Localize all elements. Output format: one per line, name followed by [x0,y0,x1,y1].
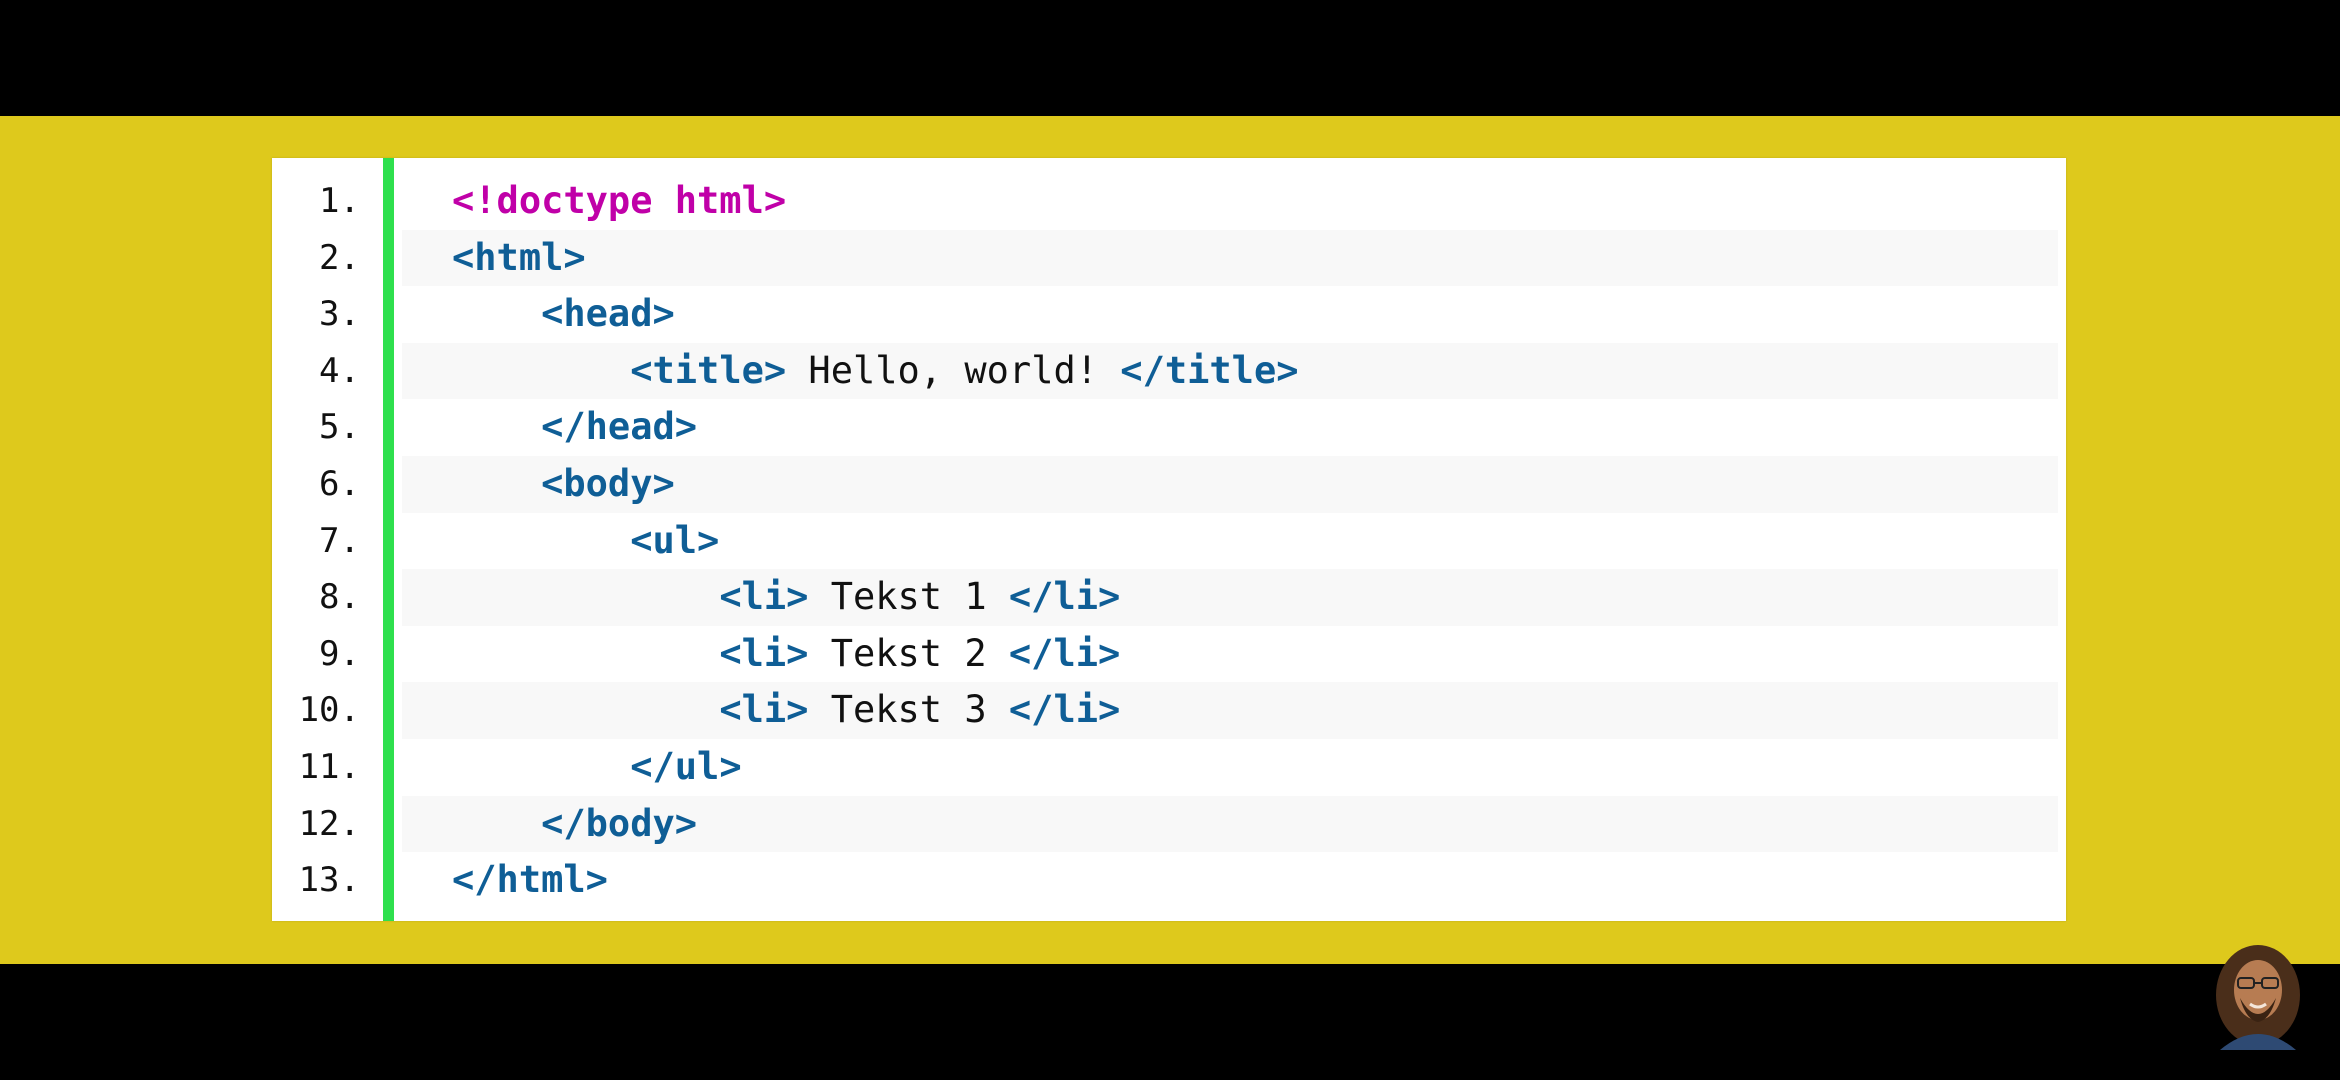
line-number: 4. [319,350,360,391]
code-text: </body> [452,796,697,853]
code-line: 12. </body> [272,795,2066,853]
code-listing: 1. <!doctype html> 2. <html> 3. <head> 4. <ti… [272,158,2066,921]
html-tag-token: <li> [719,575,809,619]
code-content-text: Tekst 1 [808,575,1009,619]
line-number: 13. [298,860,360,901]
html-tag-token: </title> [1120,348,1299,392]
line-number: 2. [319,237,360,278]
html-tag-token: <body> [541,461,675,505]
code-line: 4. <title> Hello, world! </title> [272,342,2066,400]
code-content-text: Hello, world! [786,348,1121,392]
code-line: 6. <body> [272,455,2066,513]
code-line: 10. <li> Tekst 3 </li> [272,682,2066,739]
code-line: 9. <li> Tekst 2 </li> [272,626,2066,683]
line-number: 12. [298,803,360,844]
line-number: 3. [319,294,360,335]
code-text: </ul> [452,739,742,796]
html-tag-token: <title> [630,348,787,392]
html-tag-token: </html> [452,858,608,902]
code-line: 13. </html> [272,852,2066,909]
code-line: 11. </ul> [272,739,2066,796]
html-tag-token: </head> [541,405,698,449]
line-number: 8. [319,577,360,618]
code-line: 5. </head> [272,399,2066,456]
html-tag-token: </ul> [630,744,742,788]
html-tag-token: <head> [541,292,675,336]
line-number: 10. [298,690,360,731]
line-number: 6. [319,463,360,504]
code-line: 2. <html> [272,229,2066,287]
line-number: 7. [319,520,360,561]
code-text: <li> Tekst 2 </li> [452,626,1120,683]
code-line: 8. <li> Tekst 1 </li> [272,569,2066,626]
video-frame: 1. <!doctype html> 2. <html> 3. <head> 4. <ti… [0,0,2340,1080]
presenter-avatar-icon [2216,945,2300,1050]
html-tag-token: <html> [452,235,586,279]
html-tag-token: <li> [719,631,809,675]
code-text: </html> [452,852,608,909]
code-line: 3. <head> [272,286,2066,343]
code-text: <head> [452,286,675,343]
html-tag-token: </body> [541,801,698,845]
line-number: 1. [319,181,360,221]
code-content-text: Tekst 2 [808,631,1009,675]
code-text: </head> [452,399,697,456]
line-number: 11. [298,746,360,787]
html-tag-token: </li> [1008,631,1121,675]
code-text: <li> Tekst 3 </li> [452,682,1120,739]
line-number: 5. [319,407,360,448]
html-tag-token: <ul> [630,518,720,562]
code-text: <!doctype html> [452,173,786,230]
code-line: 7. <ul> [272,513,2066,570]
code-text: <ul> [452,513,719,570]
code-line-background [402,229,2058,287]
code-text: <title> Hello, world! </title> [452,343,1299,400]
doctype-token: <!doctype html> [452,179,787,222]
line-number: 9. [319,633,360,674]
html-tag-token: </li> [1008,575,1121,619]
code-line: 1. <!doctype html> [272,173,2066,230]
code-text: <html> [452,230,586,287]
html-tag-token: </li> [1008,688,1121,732]
code-text: <body> [452,456,675,513]
code-text: <li> Tekst 1 </li> [452,569,1120,626]
code-lines: 1. <!doctype html> 2. <html> 3. <head> 4. <ti… [272,173,2066,909]
html-tag-token: <li> [719,688,809,732]
code-content-text: Tekst 3 [808,688,1009,732]
